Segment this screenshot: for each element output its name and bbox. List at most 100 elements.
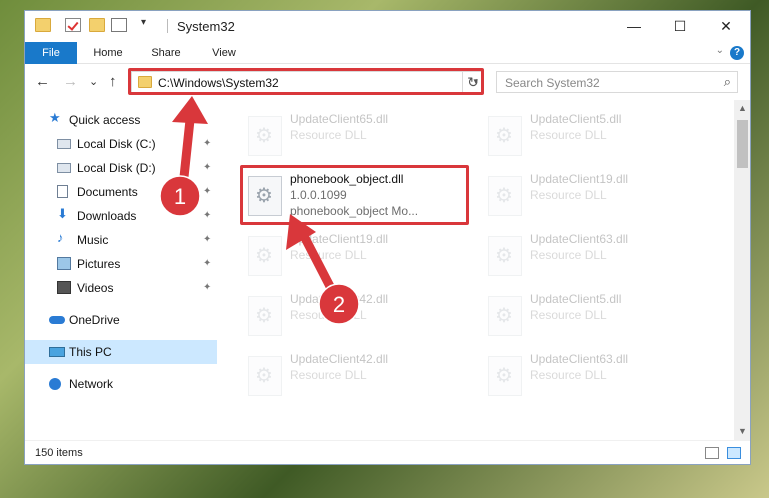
file-item[interactable]: UpdateClient63.dll Resource DLL [482,348,712,404]
disk-icon [57,163,71,173]
file-name: UpdateClient42.dll [290,292,389,306]
file-item[interactable]: UpdateClient42.dll Resource DLL [242,348,472,404]
file-description: Resource DLL [290,308,367,322]
pin-icon[interactable]: ✦ [203,210,211,221]
star-icon: ★ [49,110,61,125]
sidebar-item-label: Downloads [77,209,137,223]
tab-view[interactable]: View [201,42,247,64]
customize-quick-access-icon[interactable] [111,18,127,32]
file-list: UpdateClient65.dll Resource DLL phoneboo… [218,100,734,440]
this-pc-icon [49,347,65,357]
title-separator [167,19,168,33]
sidebar-item-documents[interactable]: Documents ✦ [25,180,217,204]
file-name: UpdateClient42.dll [290,352,389,366]
file-description: Resource DLL [530,308,607,322]
tab-home[interactable]: Home [85,42,131,64]
folder-icon [35,18,51,32]
pin-icon[interactable]: ✦ [203,234,211,245]
file-description: Resource DLL [530,248,607,262]
pin-icon[interactable]: ✦ [203,138,211,149]
sidebar-item-label: Local Disk (C:) [77,137,156,151]
dll-file-icon [488,236,522,276]
tab-share[interactable]: Share [143,42,189,64]
sidebar-item-label: Videos [77,281,114,295]
sidebar-item-quick-access[interactable]: ★ Quick access [25,108,217,132]
sidebar-item-label: OneDrive [69,313,120,327]
maximize-button[interactable]: ☐ [657,11,703,42]
pin-icon[interactable]: ✦ [203,258,211,269]
file-name: UpdateClient63.dll [530,232,629,246]
dll-file-icon [248,236,282,276]
disk-icon [57,139,71,149]
search-icon: ⌕ [723,74,731,89]
item-count: 150 items [35,447,83,459]
scroll-thumb[interactable] [737,120,748,168]
file-name: UpdateClient65.dll [290,112,389,126]
documents-icon [57,185,68,198]
ribbon-tabs: File Home Share View ⌄ ? [25,42,750,64]
search-input[interactable]: Search System32 [505,76,600,90]
file-item[interactable]: UpdateClient5.dll Resource DLL [482,108,712,164]
sidebar-item-onedrive[interactable]: OneDrive [25,308,217,332]
new-folder-icon[interactable] [89,18,105,32]
dll-file-icon [488,176,522,216]
forward-button[interactable]: → [63,73,78,90]
dll-file-icon [488,356,522,396]
sidebar-item-local-disk-c[interactable]: Local Disk (C:) ✦ [25,132,217,156]
file-description: Resource DLL [530,368,607,382]
file-description: Resource DLL [290,248,367,262]
close-button[interactable]: ✕ [703,11,749,42]
sidebar-item-label: Documents [77,185,138,199]
recent-locations-button[interactable]: ⌄ [89,75,98,88]
file-description: Resource DLL [530,188,607,202]
file-item[interactable]: UpdateClient5.dll Resource DLL [482,288,712,344]
pictures-icon [57,257,71,270]
file-item[interactable]: UpdateClient63.dll Resource DLL [482,228,712,284]
large-icons-view-icon[interactable] [727,447,741,459]
sidebar-item-label: Quick access [69,113,141,127]
status-bar: 150 items [25,440,750,464]
file-item[interactable]: UpdateClient19.dll Resource DLL [242,228,472,284]
back-button[interactable]: ← [35,73,50,90]
expand-ribbon-icon[interactable]: ⌄ [716,45,724,56]
scroll-up-icon[interactable]: ▲ [734,100,750,117]
file-description: Resource DLL [290,368,367,382]
sidebar-item-network[interactable]: Network [25,372,217,396]
sidebar-item-label: This PC [69,345,112,359]
address-bar-highlight [128,68,484,95]
vertical-scrollbar[interactable]: ▲ ▼ [734,100,750,440]
dll-file-icon [248,356,282,396]
downloads-icon: ⬇ [57,206,68,221]
tab-file[interactable]: File [25,42,77,64]
search-box[interactable]: Search System32 ⌕ [496,71,738,93]
up-button[interactable]: ↑ [109,73,117,90]
pin-icon[interactable]: ✦ [203,162,211,173]
minimize-button[interactable]: — [611,11,657,42]
sidebar-item-label: Network [69,377,114,391]
title-bar: ▾ System32 — ☐ ✕ [25,11,750,42]
file-name: UpdateClient63.dll [530,352,629,366]
sidebar-item-label: Pictures [77,257,121,271]
sidebar-item-label: Local Disk (D:) [77,161,156,175]
sidebar-item-this-pc[interactable]: This PC [25,340,217,364]
help-icon[interactable]: ? [730,46,744,60]
sidebar-item-label: Music [77,233,109,247]
music-icon: ♪ [57,230,64,245]
scroll-down-icon[interactable]: ▼ [734,423,750,440]
details-view-icon[interactable] [705,447,719,459]
sidebar-item-videos[interactable]: Videos ✦ [25,276,217,300]
file-item[interactable]: UpdateClient42.dll Resource DLL [242,288,472,344]
pin-icon[interactable]: ✦ [203,186,211,197]
sidebar-item-pictures[interactable]: Pictures ✦ [25,252,217,276]
sidebar-item-music[interactable]: ♪ Music ✦ [25,228,217,252]
properties-icon[interactable] [65,18,81,32]
file-name: UpdateClient5.dll [530,292,622,306]
sidebar-item-downloads[interactable]: ⬇ Downloads ✦ [25,204,217,228]
file-name: UpdateClient5.dll [530,112,622,126]
file-item[interactable]: UpdateClient65.dll Resource DLL [242,108,472,164]
pin-icon[interactable]: ✦ [203,282,211,293]
quick-access-dropdown-icon[interactable]: ▾ [141,17,146,28]
dll-file-icon [248,116,282,156]
file-item[interactable]: UpdateClient19.dll Resource DLL [482,168,712,224]
sidebar-item-local-disk-d[interactable]: Local Disk (D:) ✦ [25,156,217,180]
